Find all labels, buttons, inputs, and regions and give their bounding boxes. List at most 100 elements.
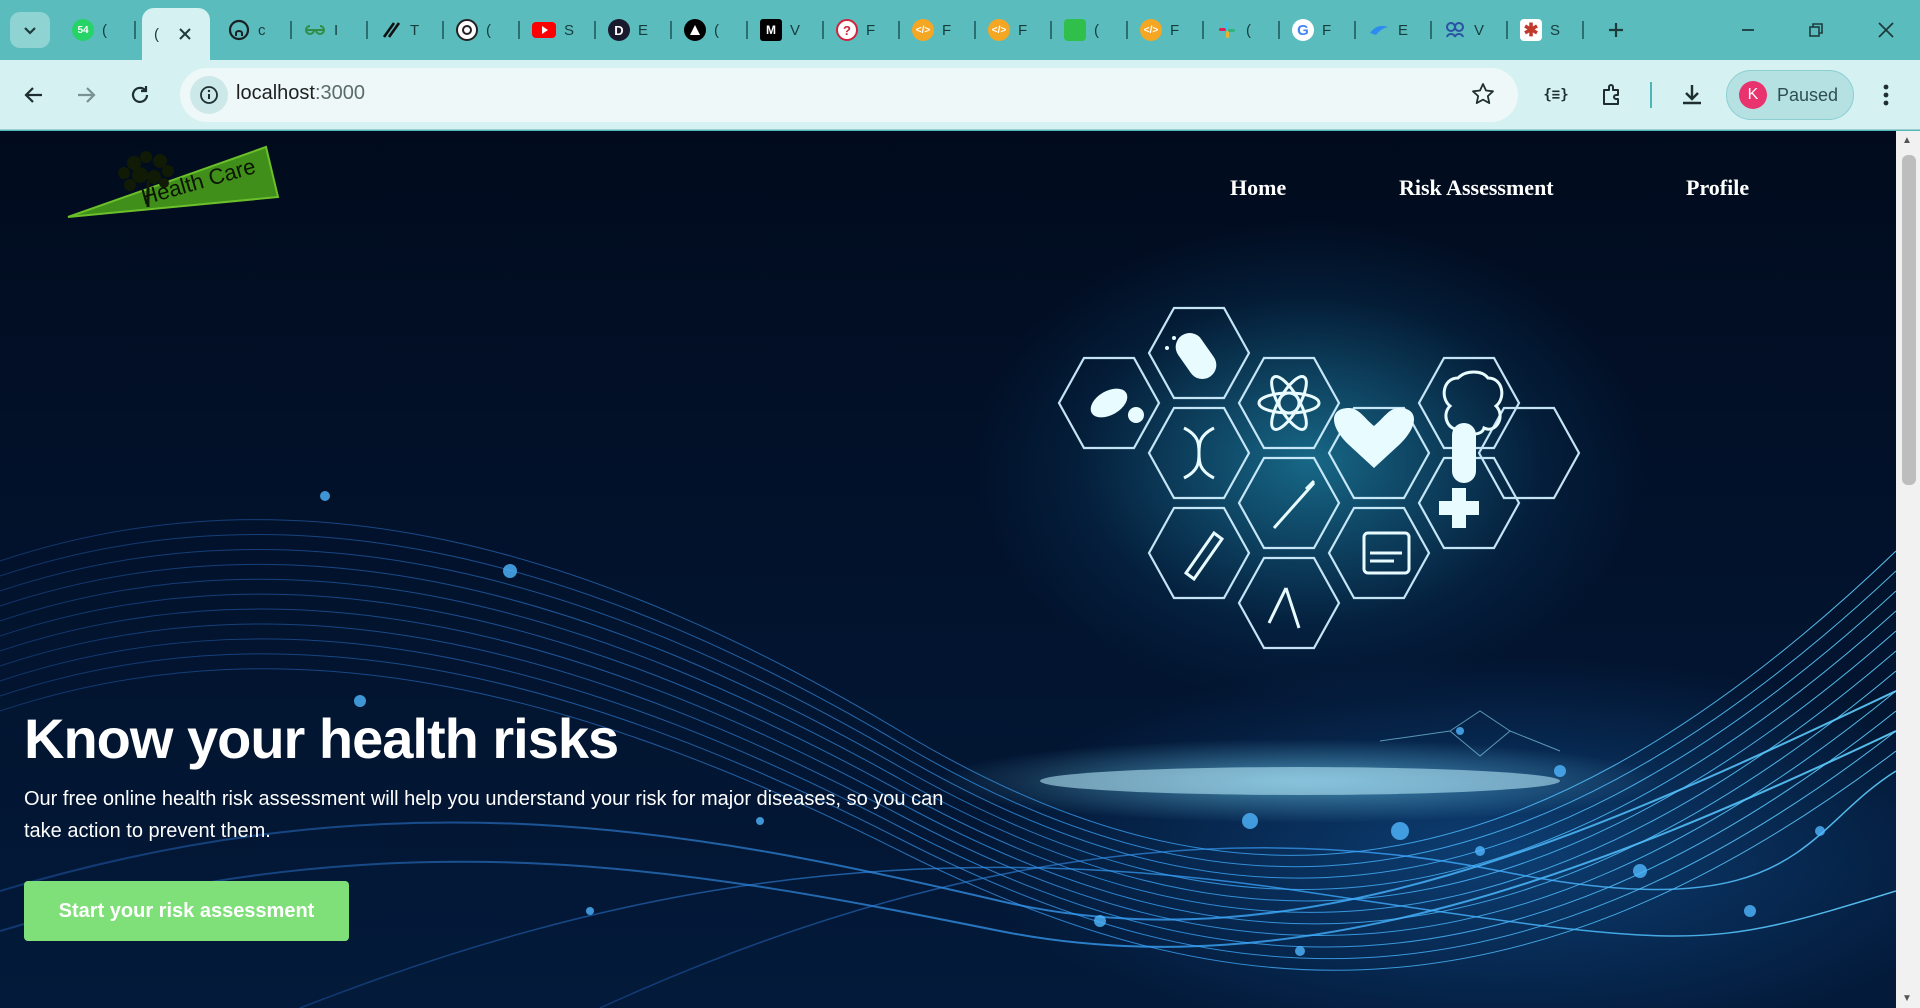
nav-link-profile[interactable]: Profile	[1686, 175, 1749, 201]
youtube-icon	[532, 22, 556, 38]
braces-icon: {≡}	[1543, 87, 1569, 103]
restore-button[interactable]	[1788, 6, 1844, 54]
triangle-icon	[684, 19, 706, 41]
tab-title: F	[942, 21, 952, 39]
tab-title: T	[410, 21, 420, 39]
whatsapp-icon: 54	[72, 19, 94, 41]
tab-title: F	[1322, 21, 1332, 39]
tab-title: S	[564, 21, 575, 39]
tab-question[interactable]: ? F	[824, 8, 900, 52]
tab-geeksforgeeks[interactable]: I	[292, 8, 368, 52]
tab-green-app[interactable]: (	[1052, 8, 1128, 52]
tab-title: E	[1398, 21, 1409, 39]
tab-triangle[interactable]: (	[672, 8, 748, 52]
url-text[interactable]: localhost:3000	[236, 82, 365, 105]
tab-github[interactable]: c	[216, 8, 292, 52]
page-viewport: Health Care Home Risk Assessment Profile…	[0, 131, 1896, 1008]
tab-strip: 54 ( ( c I T ( S D E (M V ? F </> F </>…	[0, 0, 1920, 60]
info-icon	[200, 86, 218, 104]
tab-title: (	[1094, 21, 1099, 39]
scroll-up-icon[interactable]: ▲	[1902, 135, 1912, 146]
minimize-icon	[1742, 29, 1754, 31]
tab-title: (	[714, 21, 719, 39]
asterisk-icon: ✱	[1520, 19, 1542, 41]
reload-icon	[131, 86, 149, 103]
reload-button[interactable]	[120, 75, 160, 115]
tab-title: V	[790, 21, 801, 39]
slash-icon	[382, 22, 401, 38]
github-icon	[228, 19, 250, 41]
downloads-button[interactable]	[1674, 77, 1710, 113]
bookmark-button[interactable]	[1470, 81, 1496, 112]
green-app-icon	[1064, 19, 1086, 41]
tab-title: c	[258, 21, 266, 39]
tab-chatgpt[interactable]: (	[444, 8, 520, 52]
tab-title: S	[1550, 21, 1561, 39]
health-care-logo: Health Care	[67, 145, 280, 218]
d-letter-icon: D	[608, 19, 630, 41]
arrow-right-icon	[78, 87, 96, 103]
tab-slack[interactable]: (	[1204, 8, 1280, 52]
code-orange-icon: </>	[988, 19, 1010, 41]
start-risk-assessment-button[interactable]: Start your risk assessment	[24, 881, 349, 941]
minimize-button[interactable]	[1720, 6, 1776, 54]
browser-toolbar: localhost:3000 {≡} K Paused	[0, 60, 1920, 130]
close-icon[interactable]	[178, 27, 192, 41]
back-button[interactable]	[14, 75, 54, 115]
tab-search-button[interactable]	[10, 12, 50, 48]
tab-code-1[interactable]: </> F	[900, 8, 976, 52]
tab-code-2[interactable]: </> F	[976, 8, 1052, 52]
extension-json-button[interactable]: {≡}	[1538, 77, 1574, 113]
scrollbar-thumb[interactable]	[1902, 155, 1916, 485]
tab-medium[interactable]: M V	[748, 8, 824, 52]
hero-title: Know your health risks	[24, 707, 619, 770]
toolbar-separator	[1650, 82, 1652, 108]
chevron-down-icon	[24, 27, 36, 35]
new-tab-button[interactable]	[1598, 12, 1634, 48]
tab-slash[interactable]: T	[368, 8, 444, 52]
tab-list: 54 ( ( c I T ( S D E (M V ? F </> F </>…	[60, 8, 1584, 60]
tab-active[interactable]: (	[142, 8, 210, 60]
close-icon	[1878, 22, 1894, 38]
menu-button[interactable]	[1868, 77, 1904, 113]
arrow-left-icon	[24, 87, 42, 103]
profile-button[interactable]: K Paused	[1726, 70, 1854, 120]
extensions-button[interactable]	[1594, 77, 1630, 113]
restore-icon	[1809, 23, 1823, 37]
forward-button[interactable]	[66, 75, 106, 115]
medium-icon: M	[760, 19, 782, 41]
puzzle-icon	[1603, 84, 1619, 105]
tab-d[interactable]: D E	[596, 8, 672, 52]
tab-title: (	[154, 25, 159, 43]
tab-title: I	[334, 21, 339, 39]
tab-blue-wing[interactable]: E	[1356, 8, 1432, 52]
tab-people[interactable]: V	[1432, 8, 1508, 52]
plus-icon	[1609, 23, 1623, 37]
url-port: :3000	[314, 82, 365, 104]
page-scrollbar[interactable]: ▲ ▼	[1896, 131, 1920, 1008]
profile-status: Paused	[1777, 84, 1839, 105]
google-icon: G	[1292, 19, 1314, 41]
tab-youtube[interactable]: S	[520, 8, 596, 52]
tab-title: (	[486, 21, 491, 39]
tab-code-3[interactable]: </> F	[1128, 8, 1204, 52]
avatar: K	[1739, 81, 1767, 109]
url-host: localhost	[236, 82, 315, 104]
nav-link-risk-assessment[interactable]: Risk Assessment	[1399, 175, 1554, 201]
code-orange-icon: </>	[1140, 19, 1162, 41]
close-window-button[interactable]	[1858, 6, 1914, 54]
scroll-down-icon[interactable]: ▼	[1902, 993, 1912, 1004]
download-icon	[1683, 85, 1701, 105]
background-waves	[0, 491, 1896, 1008]
geeksforgeeks-icon	[305, 25, 325, 35]
tab-title: V	[1474, 21, 1485, 39]
site-info-button[interactable]	[190, 76, 228, 114]
medical-icons-graphic	[1057, 306, 1581, 650]
address-bar[interactable]: localhost:3000	[180, 68, 1518, 122]
tab-whatsapp[interactable]: 54 (	[60, 8, 136, 52]
tab-title: F	[1170, 21, 1180, 39]
question-icon: ?	[836, 19, 858, 41]
tab-google[interactable]: G F	[1280, 8, 1356, 52]
nav-link-home[interactable]: Home	[1230, 175, 1286, 201]
tab-asterisk[interactable]: ✱ S	[1508, 8, 1584, 52]
